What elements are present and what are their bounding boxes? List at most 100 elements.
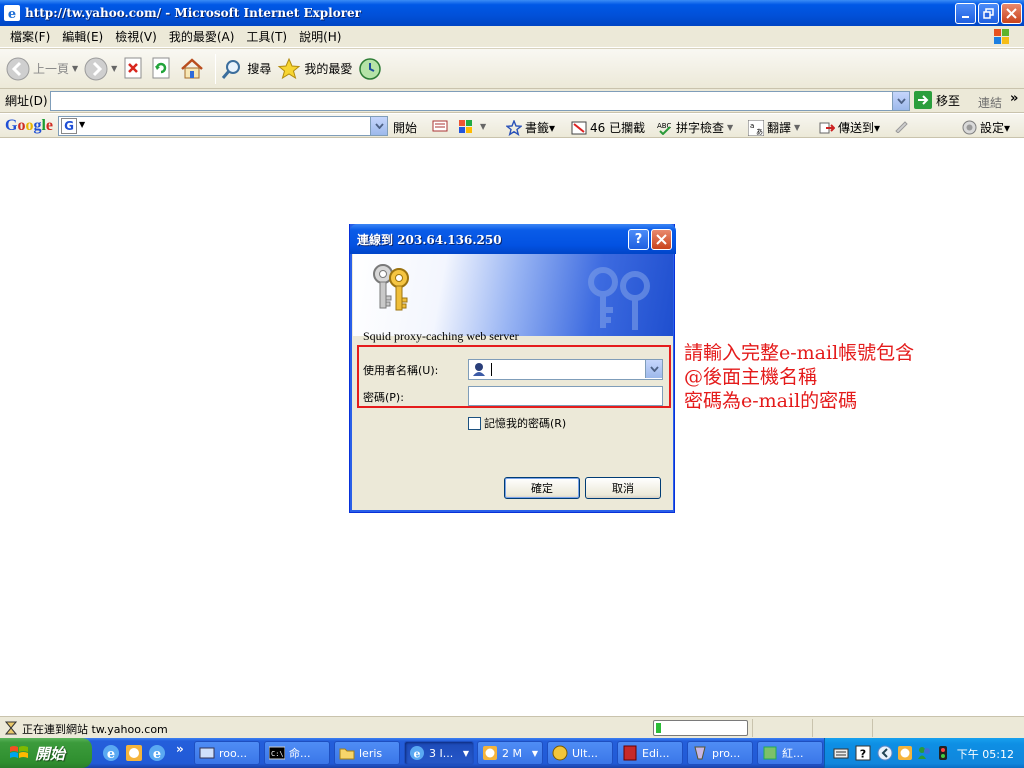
popup-blocked-button[interactable]: 46 已攔截 [571,119,645,136]
network-tray-icon[interactable] [935,745,951,761]
minimize-button[interactable] [955,3,976,24]
google-dropdown-button[interactable] [370,117,387,135]
annotation-line-2: @後面主機名稱 [684,366,818,388]
translate-button[interactable]: aあ 翻譯 ▼ [748,119,800,136]
messenger-icon[interactable] [916,745,932,761]
start-button[interactable]: 開始 [0,738,92,768]
username-combobox[interactable] [468,359,663,380]
google-g-icon[interactable]: G [61,118,77,134]
sendto-label: 傳送到▾ [838,121,881,135]
clock-tray-icon[interactable] [897,745,913,761]
forward-button[interactable]: ▼ [84,57,117,81]
menu-favorites[interactable]: 我的最愛(A) [163,28,241,45]
username-dropdown-button[interactable] [645,360,662,378]
status-text: 正在連到網站 tw.yahoo.com [22,723,168,736]
menu-help[interactable]: 說明(H) [293,28,347,45]
google-pagerank-button[interactable]: ▼ [458,119,486,133]
puzzle-icon [763,746,777,760]
address-dropdown-button[interactable] [892,92,909,110]
task-button-1[interactable]: roo... [194,741,260,765]
progress-fill [656,723,662,733]
network-icon [199,747,215,759]
google-settings-button[interactable]: 設定▾ [962,119,1010,136]
dialog-help-button[interactable]: ? [628,229,649,250]
back-button[interactable]: 上一頁 ▼ [6,57,78,81]
annotation-text: 請輸入完整e-mail帳號包含 @後面主機名稱 密碼為e-mail的密碼 [684,341,914,413]
keys-icon [373,264,409,311]
google-search-input[interactable]: G ▼ [58,116,388,136]
menu-edit[interactable]: 編輯(E) [56,28,109,45]
search-label: 搜尋 [247,62,272,76]
home-button[interactable] [179,57,205,81]
task-button-6[interactable]: Ult... [547,741,613,765]
history-icon [359,57,382,80]
quicklaunch-more-icon[interactable]: » [176,742,184,756]
chevron-down-icon[interactable]: ▼ [111,64,117,73]
chevron-down-icon[interactable]: ▼ [72,64,78,73]
chevron-down-icon: ▼ [531,748,538,758]
restore-button[interactable] [978,3,999,24]
bookmarks-button[interactable]: 書籤▾ [506,119,555,136]
search-button[interactable]: 搜尋 [220,57,271,81]
tray-collapse-icon[interactable] [877,745,893,761]
bookmarks-label: 書籤▾ [525,121,556,135]
loading-progress-bar [653,720,748,736]
keyboard-icon[interactable] [833,746,849,760]
annotation-line-3: 密碼為e-mail的密碼 [684,390,858,412]
menu-view[interactable]: 檢視(V) [109,28,163,45]
dialog-close-button[interactable] [651,229,672,250]
task-button-4[interactable]: e 3 I... ▼ [404,741,474,765]
task-label: 3 I... [429,746,454,760]
checkbox-box[interactable] [468,416,481,430]
dialog-title: 連線到 203.64.136.250 [357,232,502,247]
cancel-button[interactable]: 取消 [585,477,661,499]
sendto-button[interactable]: 傳送到▾ [819,119,880,136]
folder-icon [339,748,355,760]
task-button-3[interactable]: leris [334,741,400,765]
windows-logo-icon [994,29,1009,44]
task-label: leris [359,746,383,760]
task-button-5[interactable]: 2 M ▼ [477,741,543,765]
chevron-down-icon: ▼ [462,748,469,758]
refresh-button[interactable] [151,57,173,81]
svg-text:a: a [750,122,754,130]
google-settings-label: 設定▾ [980,121,1011,135]
ie-quicklaunch-icon[interactable]: e [148,744,166,762]
ok-button[interactable]: 確定 [504,477,580,499]
google-start-button[interactable]: 開始 [393,119,417,136]
window-titlebar[interactable]: e http://tw.yahoo.com/ - Microsoft Inter… [0,0,1024,26]
task-button-9[interactable]: 紅... [757,741,823,765]
google-news-button[interactable] [432,119,451,133]
favorites-button[interactable]: 我的最愛 [277,57,352,81]
clock-quicklaunch-icon[interactable] [125,744,143,762]
history-button[interactable] [358,57,382,81]
highlight-button[interactable] [893,119,909,133]
user-icon [473,363,485,376]
task-button-2[interactable]: C:\ 命... [264,741,330,765]
google-logo[interactable]: Google [5,117,53,135]
chevron-right-icon[interactable]: » [1010,91,1018,106]
password-field[interactable] [468,386,663,406]
task-label: roo... [219,746,248,760]
dialog-titlebar[interactable]: 連線到 203.64.136.250 ? [350,224,676,254]
ie-quicklaunch-icon[interactable]: e [102,744,120,762]
menu-file[interactable]: 檔案(F) [4,28,56,45]
spellcheck-button[interactable]: ABC 拼字檢查 ▼ [657,119,733,136]
help-icon[interactable]: ? [855,745,871,761]
cancel-label: 取消 [612,482,634,495]
chevron-down-icon: ▼ [794,123,801,132]
task-label: 命... [289,747,311,760]
task-button-7[interactable]: Edi... [617,741,683,765]
menu-tools[interactable]: 工具(T) [240,28,293,45]
close-button[interactable] [1001,3,1022,24]
go-button[interactable]: 移至 [914,91,960,109]
address-input[interactable] [50,91,910,111]
links-label[interactable]: 連結 [978,94,1002,111]
remember-password-checkbox[interactable]: 記憶我的密碼(R) [468,415,566,431]
chevron-down-icon[interactable]: ▼ [79,120,85,129]
task-label: Edi... [642,746,670,760]
task-button-8[interactable]: pro... [687,741,753,765]
stop-button[interactable] [123,57,145,81]
back-arrow-icon [6,57,30,80]
google-start-label: 開始 [393,121,418,135]
